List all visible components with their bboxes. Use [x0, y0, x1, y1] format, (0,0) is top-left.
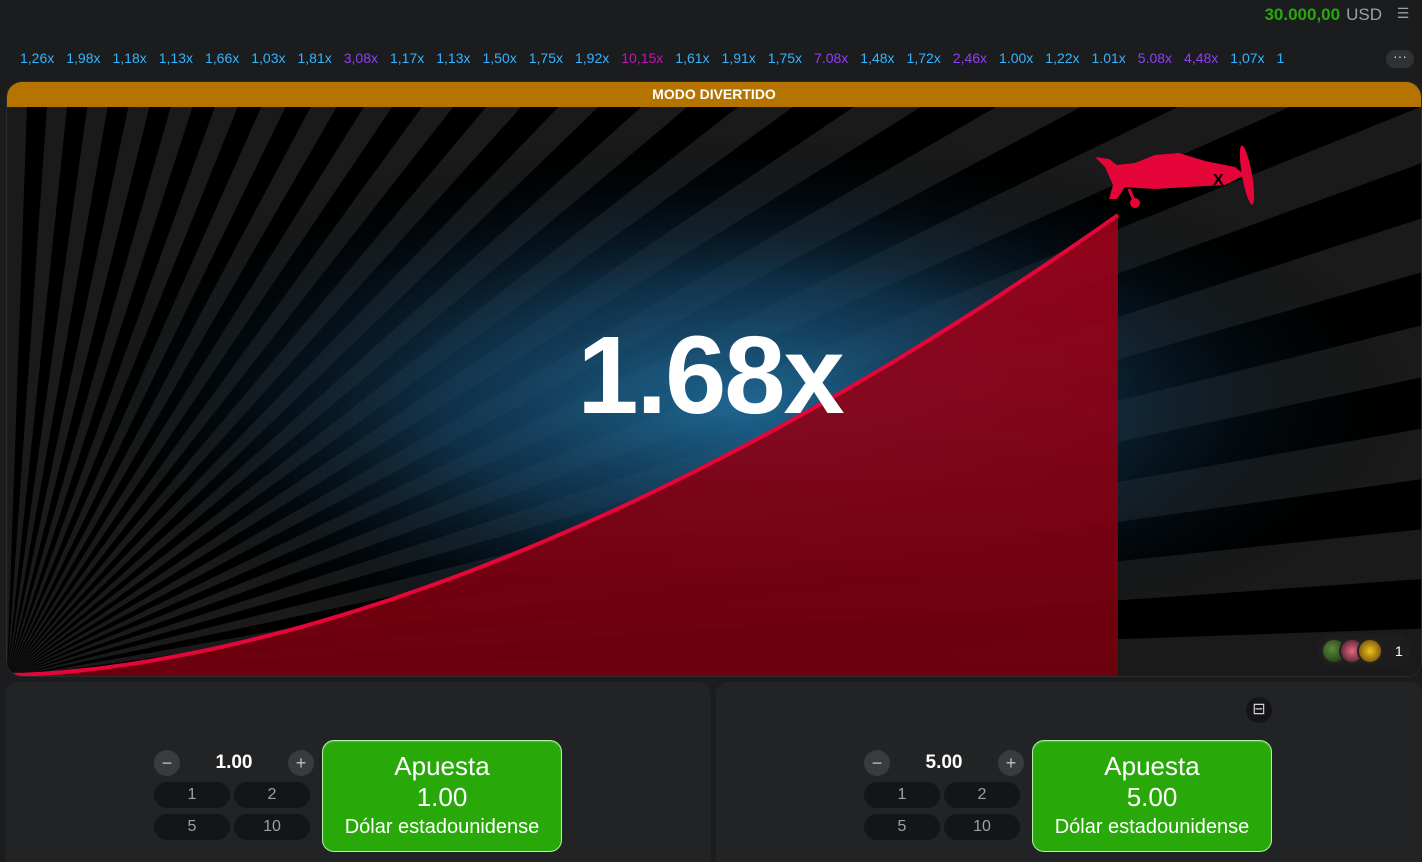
player-avatar [1357, 638, 1383, 664]
history-multiplier[interactable]: 10,15x [615, 50, 669, 66]
history-multiplier[interactable]: 1,75x [523, 50, 569, 66]
quick-stake-button[interactable]: 10 [234, 814, 310, 840]
decrease-stake-button[interactable]: − [154, 750, 180, 776]
history-multiplier[interactable]: 1,18x [107, 50, 153, 66]
quick-stake-button[interactable]: 5 [154, 814, 230, 840]
quick-stake-button[interactable]: 1 [154, 782, 230, 808]
history-multiplier[interactable]: 1,13x [430, 50, 476, 66]
history-multiplier[interactable]: 1,50x [477, 50, 523, 66]
history-multiplier[interactable]: 1,61x [669, 50, 715, 66]
history-multiplier[interactable]: 1,13x [153, 50, 199, 66]
quick-stake-button[interactable]: 1 [864, 782, 940, 808]
stake-value[interactable]: 1.00 [216, 752, 253, 774]
balance-display: 30.000,00 USD [1264, 5, 1382, 25]
remove-bet-panel-icon[interactable]: ⊟ [1246, 697, 1272, 723]
balance-amount: 30.000,00 [1264, 5, 1341, 24]
decrease-stake-button[interactable]: − [864, 750, 890, 776]
bet-button-currency: Dólar estadounidense [344, 816, 540, 838]
history-more-button[interactable]: ··· [1386, 49, 1414, 68]
hamburger-menu-icon[interactable]: ☰ [1396, 6, 1410, 20]
balance-currency: USD [1346, 5, 1382, 24]
history-multiplier[interactable]: 1 [1271, 50, 1291, 66]
flight-area: X 1.68x 1 [7, 107, 1421, 676]
history-multiplier[interactable]: 1,22x [1039, 50, 1085, 66]
quick-stake-button[interactable]: 5 [864, 814, 940, 840]
increase-stake-button[interactable]: + [997, 750, 1024, 776]
history-multiplier[interactable]: 1.01x [1086, 50, 1132, 66]
history-multiplier[interactable]: 1,91x [716, 50, 762, 66]
game-canvas: MODO DIVERTIDO X 1.68x 1 [6, 81, 1422, 677]
history-multiplier[interactable]: 1,07x [1224, 50, 1270, 66]
history-multiplier[interactable]: 2,46x [947, 50, 993, 66]
current-multiplier: 1.68x [577, 314, 844, 437]
svg-text:X: X [1213, 172, 1224, 189]
bet-button-currency: Dólar estadounidense [1054, 816, 1250, 838]
place-bet-button[interactable]: Apuesta 5.00 Dólar estadounidense [1032, 740, 1272, 852]
increase-stake-button[interactable]: + [287, 750, 314, 776]
mode-banner: MODO DIVERTIDO [7, 82, 1421, 107]
quick-stake-button[interactable]: 2 [944, 782, 1020, 808]
history-multiplier[interactable]: 1,75x [762, 50, 808, 66]
quick-stake-button[interactable]: 10 [944, 814, 1020, 840]
history-multiplier[interactable]: 3,08x [338, 50, 384, 66]
players-count: 1 [1395, 643, 1403, 659]
multiplier-history: 1,26x 1,98x 1,18x 1,13x 1,66x 1,03x 1,81x 3,08x… [0, 40, 1378, 76]
bet-button-amount: 1.00 [416, 782, 468, 812]
players-indicator[interactable]: 1 [1317, 634, 1411, 668]
history-multiplier[interactable]: 1,48x [854, 50, 900, 66]
history-multiplier[interactable]: 1.00x [993, 50, 1039, 66]
quick-stake-button[interactable]: 2 [234, 782, 310, 808]
history-multiplier[interactable]: 1,98x [60, 50, 106, 66]
history-multiplier[interactable]: 1,03x [245, 50, 291, 66]
history-multiplier[interactable]: 1,81x [292, 50, 338, 66]
bet-panel-1: − 1.00 + 1 2 5 10 Apuesta 1.00 Dólar est… [6, 682, 711, 862]
top-bar: 30.000,00 USD ☰ [0, 0, 1422, 30]
stake-control: − 5.00 + 1 2 5 10 [864, 748, 1024, 840]
stake-value[interactable]: 5.00 [926, 752, 963, 774]
history-multiplier[interactable]: 1,72x [901, 50, 947, 66]
bet-button-title: Apuesta [1104, 751, 1200, 781]
history-multiplier[interactable]: 5.08x [1132, 50, 1178, 66]
history-multiplier[interactable]: 1,92x [569, 50, 615, 66]
history-multiplier[interactable]: 7.08x [808, 50, 854, 66]
history-multiplier[interactable]: 1,17x [384, 50, 430, 66]
history-multiplier[interactable]: 1,26x [14, 50, 60, 66]
history-multiplier[interactable]: 4,48x [1178, 50, 1224, 66]
bet-button-amount: 5.00 [1126, 782, 1178, 812]
bet-panel-2: ⊟ − 5.00 + 1 2 5 10 Apuesta 5.00 Dólar e… [716, 682, 1422, 862]
bet-button-title: Apuesta [394, 751, 490, 781]
place-bet-button[interactable]: Apuesta 1.00 Dólar estadounidense [322, 740, 562, 852]
history-multiplier[interactable]: 1,66x [199, 50, 245, 66]
stake-control: − 1.00 + 1 2 5 10 [154, 748, 314, 840]
